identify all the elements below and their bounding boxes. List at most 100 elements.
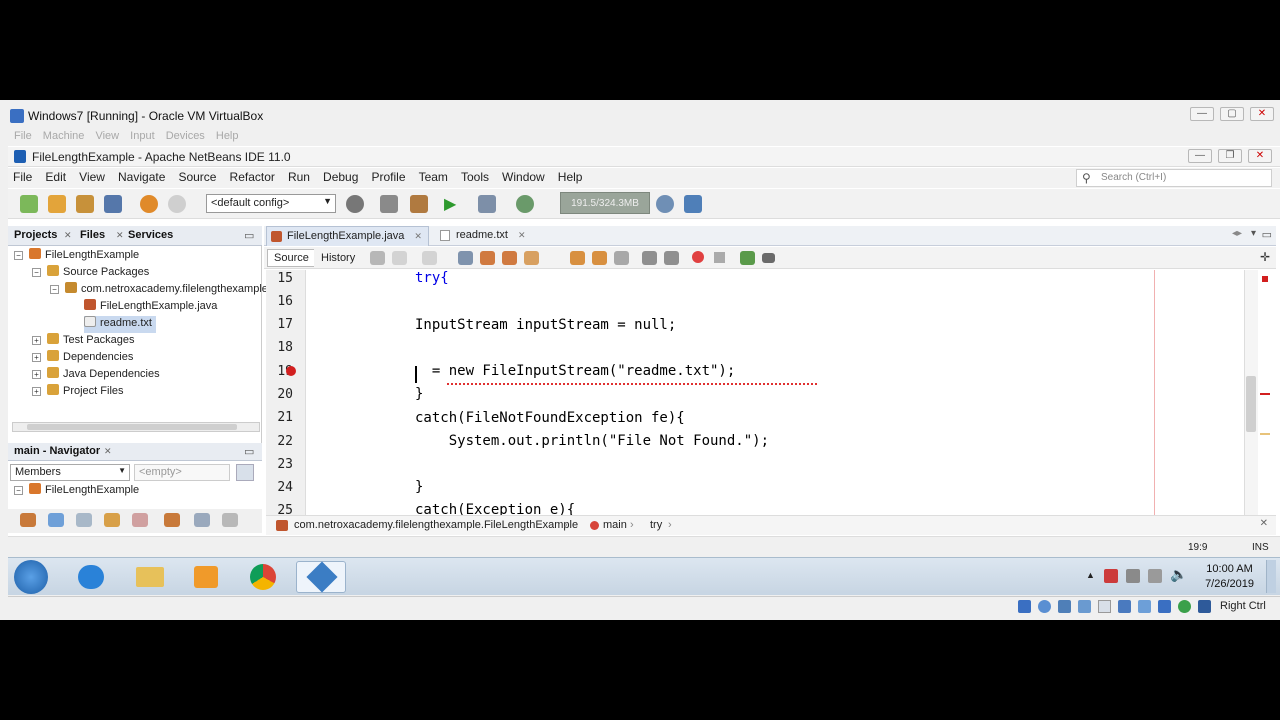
expand-icon[interactable]: + <box>32 387 41 396</box>
build-icon[interactable] <box>380 195 398 213</box>
menu-source[interactable]: Source <box>173 168 221 186</box>
scroll-tabs-icon[interactable]: ◂▸ <box>1232 228 1242 239</box>
minimize-button[interactable]: — <box>1190 107 1214 121</box>
clock[interactable]: 10:00 AM 7/26/2019 <box>1205 562 1254 592</box>
filter-select[interactable]: <empty> <box>134 464 230 481</box>
sort-alpha-icon[interactable] <box>194 513 210 527</box>
memory-indicator[interactable]: 191.5/324.3MB <box>560 192 650 214</box>
next-bookmark-icon[interactable] <box>592 251 607 265</box>
snapshot-icon[interactable] <box>684 195 702 213</box>
tree-item-package[interactable]: − com.netroxacademy.filelengthexample <box>50 282 268 299</box>
horizontal-scrollbar[interactable] <box>12 422 260 432</box>
audio-icon[interactable] <box>1058 600 1071 613</box>
network-adapter-icon[interactable] <box>1078 600 1091 613</box>
tree-item-project[interactable]: − FileLengthExample <box>14 248 139 265</box>
last-edit-icon[interactable] <box>370 251 385 265</box>
tab-filelengthexample-java[interactable]: FileLengthExample.java ✕ <box>266 226 429 246</box>
debug-icon[interactable] <box>478 195 496 213</box>
menu-file[interactable]: File <box>8 168 37 186</box>
menu-tools[interactable]: Tools <box>456 168 494 186</box>
taskbar-netbeans[interactable] <box>296 561 346 593</box>
filter-inner-icon[interactable] <box>104 513 120 527</box>
tab-readme-txt[interactable]: readme.txt ✕ <box>436 226 532 246</box>
network-icon[interactable] <box>1148 569 1162 583</box>
profile-icon[interactable] <box>516 195 534 213</box>
close-button[interactable]: ✕ <box>1250 107 1274 121</box>
error-icon[interactable] <box>286 366 296 376</box>
mouse-integration-icon[interactable] <box>1198 600 1211 613</box>
start-button-icon[interactable] <box>14 560 48 594</box>
menu-window[interactable]: Window <box>497 168 550 186</box>
back-icon[interactable] <box>392 251 407 265</box>
usb-icon[interactable] <box>1098 600 1111 613</box>
scrollbar-thumb[interactable] <box>27 424 237 430</box>
filter-fields-icon[interactable] <box>20 513 36 527</box>
toggle-bookmark-icon[interactable] <box>614 251 629 265</box>
undo-icon[interactable] <box>140 195 158 213</box>
hard-disk-icon[interactable] <box>1018 600 1031 613</box>
filter-static-icon[interactable] <box>76 513 92 527</box>
menu-debug[interactable]: Debug <box>318 168 363 186</box>
taskbar-ie[interactable] <box>66 561 116 593</box>
close-icon[interactable]: ✕ <box>1260 518 1268 529</box>
tray-app-icon[interactable] <box>1126 569 1140 583</box>
stop-macro-icon[interactable] <box>714 252 725 263</box>
check-file-icon[interactable] <box>740 251 755 265</box>
find-icon[interactable] <box>458 251 473 265</box>
filter-inherited-icon[interactable] <box>132 513 148 527</box>
warning-marker[interactable] <box>1260 433 1270 435</box>
action-center-icon[interactable] <box>1104 569 1118 583</box>
sort-icon[interactable] <box>164 513 180 527</box>
chevron-down-icon[interactable]: ▾ <box>1251 228 1256 239</box>
tree-item-readme[interactable]: readme.txt <box>84 316 156 333</box>
previous-bookmark-icon[interactable] <box>570 251 585 265</box>
filter-nonpublic-icon[interactable] <box>48 513 64 527</box>
breadcrumb-block[interactable]: try <box>650 519 662 531</box>
shift-left-icon[interactable] <box>642 251 657 265</box>
open-project-icon[interactable] <box>76 195 94 213</box>
scrollbar-thumb[interactable] <box>1246 376 1256 432</box>
gc-icon[interactable] <box>656 195 674 213</box>
shift-right-icon[interactable] <box>664 251 679 265</box>
forward-icon[interactable] <box>422 251 437 265</box>
tab-services[interactable]: Services <box>128 229 173 241</box>
tab-projects[interactable]: Projects <box>14 229 57 241</box>
find-previous-icon[interactable] <box>480 251 495 265</box>
menu-edit[interactable]: Edit <box>40 168 71 186</box>
close-icon[interactable]: ✕ <box>64 230 72 241</box>
code-editor[interactable]: try{ InputStream inputStream = null; = n… <box>307 270 1247 515</box>
error-marker[interactable] <box>1260 393 1270 395</box>
menu-help[interactable]: Help <box>553 168 588 186</box>
tab-source[interactable]: Source <box>267 249 316 267</box>
sort-source-icon[interactable] <box>222 513 238 527</box>
close-icon[interactable]: ✕ <box>116 230 124 241</box>
chart-icon[interactable] <box>762 253 775 263</box>
navigator-root[interactable]: − FileLengthExample <box>14 483 139 500</box>
navigator-options-icon[interactable] <box>236 464 254 481</box>
breadcrumb-method[interactable]: main <box>603 519 627 531</box>
shared-folders-icon[interactable] <box>1118 600 1131 613</box>
maximize-button[interactable]: ▢ <box>1220 107 1244 121</box>
nb-restore-button[interactable]: ❐ <box>1218 149 1242 163</box>
nb-minimize-button[interactable]: — <box>1188 149 1212 163</box>
navigator-title[interactable]: main - Navigator <box>14 445 100 457</box>
vbox-menu-file[interactable]: File <box>14 130 32 142</box>
close-icon[interactable]: ✕ <box>518 230 526 240</box>
split-editor-icon[interactable]: ✛ <box>1260 250 1270 264</box>
close-icon[interactable]: ✕ <box>414 231 422 241</box>
run-icon[interactable]: ▶ <box>444 194 456 214</box>
error-stripe-icon[interactable] <box>1262 276 1268 282</box>
tree-item-source-packages[interactable]: − Source Packages <box>32 265 149 282</box>
clean-build-icon[interactable] <box>410 195 428 213</box>
cpu-icon[interactable] <box>1178 600 1191 613</box>
collapse-icon[interactable]: − <box>14 251 23 260</box>
display-icon[interactable] <box>1138 600 1151 613</box>
menu-team[interactable]: Team <box>414 168 453 186</box>
new-file-icon[interactable] <box>20 195 38 213</box>
tab-history[interactable]: History <box>314 249 363 267</box>
nb-close-button[interactable]: ✕ <box>1248 149 1272 163</box>
recording-icon[interactable] <box>1158 600 1171 613</box>
menu-run[interactable]: Run <box>283 168 315 186</box>
show-desktop-button[interactable] <box>1266 560 1276 593</box>
minimize-panel-icon[interactable]: ▭ <box>244 445 254 458</box>
